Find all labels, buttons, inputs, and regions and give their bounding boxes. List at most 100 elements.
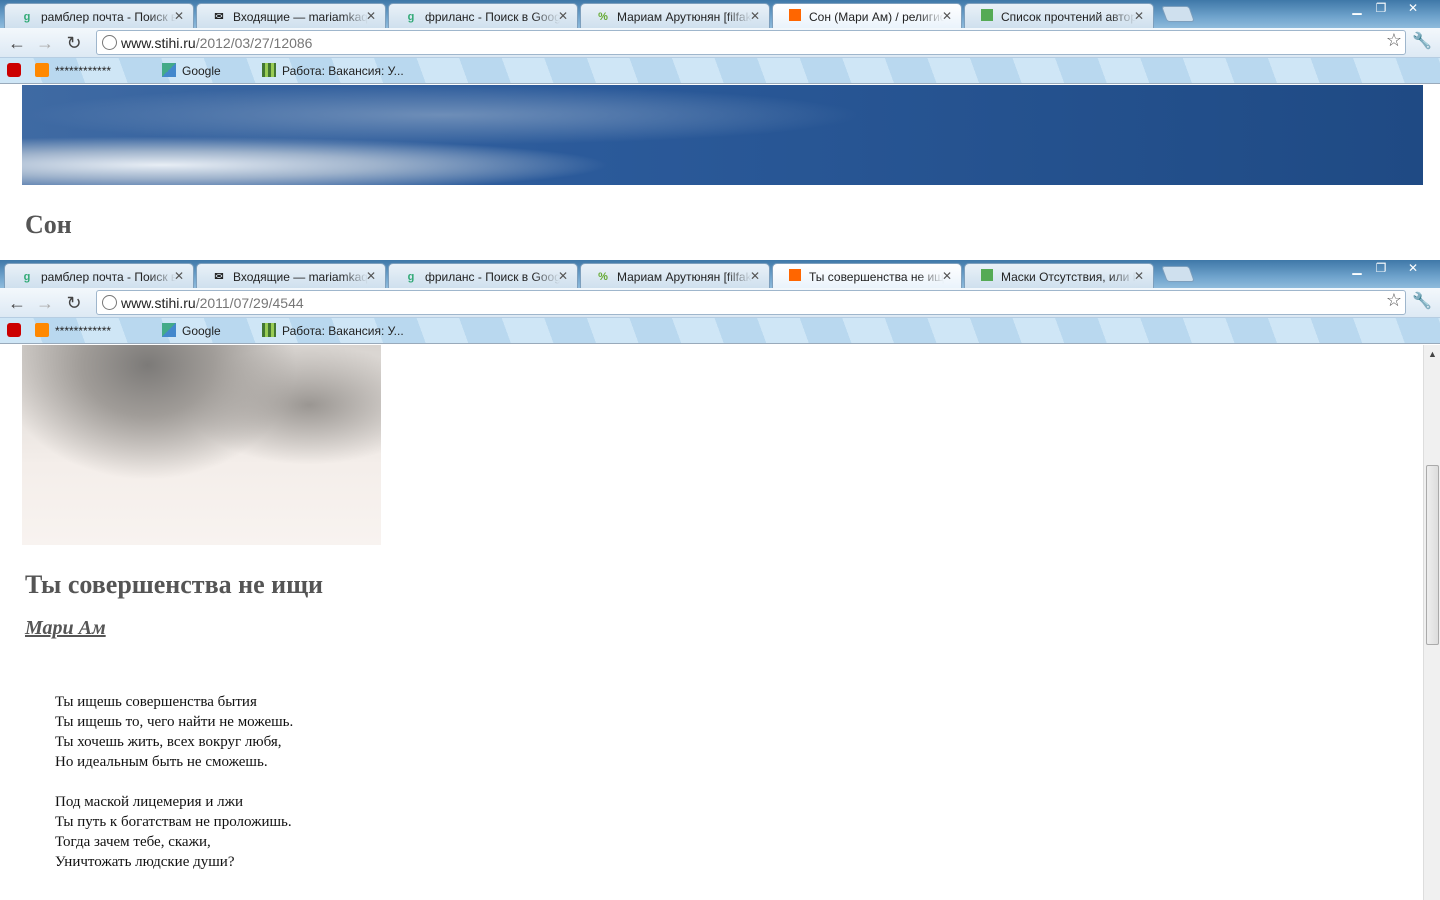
close-icon[interactable]: ✕ (750, 269, 760, 283)
author-link[interactable]: Мари Ам (25, 617, 106, 640)
google-icon: g (407, 11, 415, 23)
forward-icon[interactable]: → (33, 291, 57, 315)
tab-freelance-search[interactable]: g фриланс - Поиск в Google ✕ (388, 263, 578, 288)
tab-filfak[interactable]: % Мариам Арутюнян [filfak] ✕ (580, 3, 770, 28)
close-icon[interactable]: ✕ (366, 269, 376, 283)
back-icon[interactable]: ← (5, 31, 29, 55)
stihi-icon (787, 269, 803, 285)
bookmark-star-icon[interactable]: ☆ (1386, 290, 1402, 311)
poem-line: Ты ищешь то, чего найти не можешь. (55, 714, 294, 730)
tab-strip: gрамблер почта - Поиск в Google✕ ✉Входящ… (0, 260, 1440, 288)
youtube-icon (7, 63, 21, 77)
poem-text: Ты ищешь совершенства бытия Ты ищешь то, … (55, 692, 293, 872)
odnoklassniki-icon (35, 323, 49, 337)
tab-rambler-search[interactable]: gрамблер почта - Поиск в Google✕ (4, 263, 194, 288)
page-content: Ты совершенства не ищи Мари Ам Ты ищешь … (0, 345, 1440, 900)
bookmark-odnoklassniki[interactable]: ************ (35, 322, 111, 340)
address-bar[interactable]: www.stihi.ru/2011/07/29/4544 (96, 290, 1406, 315)
new-tab-button[interactable] (1161, 266, 1195, 282)
poem-line: Тогда зачем тебе, скажи, (55, 834, 211, 850)
wrench-icon[interactable]: 🔧 (1412, 31, 1432, 51)
maximize-icon[interactable]: ❐ (1368, 260, 1394, 278)
tab-son[interactable]: Сон (Мари Ам) / религио ✕ (772, 3, 962, 28)
youtube-icon (7, 323, 21, 337)
globe-icon (102, 35, 117, 50)
tab-inbox[interactable]: ✉ Входящие — mariamkaqu ✕ (196, 263, 386, 288)
google-icon (162, 323, 176, 337)
tab-rambler-search[interactable]: gрамблер почта - Поиск в Google✕ (4, 3, 194, 28)
tab-filfak[interactable]: % Мариам Арутюнян [filfak] ✕ (580, 263, 770, 288)
poem-title: Ты совершенства не ищи (25, 570, 324, 599)
bookmarks-bar: ************ Google Работа: Вакансия: У.… (0, 58, 1440, 84)
reload-icon[interactable]: ↻ (62, 31, 86, 55)
page-title: Сон (25, 210, 72, 239)
scrollbar-thumb[interactable] (1426, 465, 1439, 645)
bookmark-google[interactable]: Google (162, 322, 221, 340)
filfak-icon: % (598, 271, 608, 283)
tab-inbox[interactable]: ✉ Входящие — mariamkaqu ✕ (196, 3, 386, 28)
tab-poem[interactable]: Ты совершенства не ищи ✕ (772, 263, 962, 288)
minimize-icon[interactable]: ▁ (1344, 260, 1370, 278)
close-icon[interactable]: ✕ (558, 269, 568, 283)
wrench-icon[interactable]: 🔧 (1412, 291, 1432, 311)
globe-icon (102, 295, 117, 310)
tab-reading-list[interactable]: Список прочтений автор ✕ (964, 3, 1154, 28)
close-icon[interactable]: ✕ (366, 9, 376, 23)
rabota-icon (262, 323, 276, 337)
bookmark-rabota[interactable]: Работа: Вакансия: У... (262, 62, 404, 80)
bookmark-rabota[interactable]: Работа: Вакансия: У... (262, 322, 404, 340)
poem-line: Уничтожать людские души? (55, 854, 235, 870)
poem-line: Ты хочешь жить, всех вокруг любя, (55, 734, 282, 750)
close-icon[interactable]: ✕ (558, 9, 568, 23)
vertical-scrollbar[interactable]: ▲ (1423, 345, 1440, 900)
poem-line: Ты ищешь совершенства бытия (55, 694, 257, 710)
bookmark-youtube[interactable] (7, 322, 27, 340)
google-icon: g (23, 11, 31, 23)
google-icon (162, 63, 176, 77)
bookmark-odnoklassniki[interactable]: ************ (35, 62, 111, 80)
browser-window-1: gрамблер почта - Поиск в Google✕ ✉Входящ… (0, 0, 1440, 260)
filfak-icon: % (598, 11, 608, 23)
poem-line: Но идеальным быть не сможешь. (55, 754, 268, 770)
window-close-icon[interactable]: ✕ (1398, 0, 1428, 18)
maximize-icon[interactable]: ❐ (1368, 0, 1394, 18)
author-photo (22, 345, 381, 545)
minimize-icon[interactable]: ▁ (1344, 0, 1370, 18)
bookmark-youtube[interactable] (7, 62, 27, 80)
page-content: Сон (0, 85, 1440, 260)
poem-line (55, 772, 293, 792)
browser-window-2: gрамблер почта - Поиск в Google✕ ✉Входящ… (0, 260, 1440, 900)
rabota-icon (262, 63, 276, 77)
scroll-up-icon[interactable]: ▲ (1428, 349, 1437, 359)
navigation-toolbar: ← → ↻ www.stihi.ru/2011/07/29/4544 ☆ 🔧 (0, 288, 1440, 318)
close-icon[interactable]: ✕ (174, 269, 184, 283)
stihi-icon (787, 9, 803, 25)
tab-masks[interactable]: Маски Отсутствия, или Н ✕ (964, 263, 1154, 288)
close-icon[interactable]: ✕ (750, 9, 760, 23)
new-tab-button[interactable] (1161, 6, 1195, 22)
bookmark-star-icon[interactable]: ☆ (1386, 30, 1402, 51)
close-icon[interactable]: ✕ (942, 269, 952, 283)
back-icon[interactable]: ← (5, 291, 29, 315)
tab-freelance-search[interactable]: g фриланс - Поиск в Google ✕ (388, 3, 578, 28)
poem-line: Ты путь к богатствам не проложишь. (55, 814, 292, 830)
tab-strip: gрамблер почта - Поиск в Google✕ ✉Входящ… (0, 0, 1440, 28)
mail-icon: ✉ (214, 11, 224, 23)
reload-icon[interactable]: ↻ (62, 291, 86, 315)
bookmark-google[interactable]: Google (162, 62, 221, 80)
mail-icon: ✉ (214, 271, 224, 283)
google-icon: g (407, 271, 415, 283)
close-icon[interactable]: ✕ (174, 9, 184, 23)
window-close-icon[interactable]: ✕ (1398, 260, 1428, 278)
close-icon[interactable]: ✕ (1134, 9, 1144, 23)
navigation-toolbar: ← → ↻ www.stihi.ru/2012/03/27/12086 ☆ 🔧 (0, 28, 1440, 58)
poem-line: Под маской лицемерия и лжи (55, 794, 243, 810)
forward-icon[interactable]: → (33, 31, 57, 55)
header-banner-image (22, 85, 1423, 185)
stihi-green-icon (979, 9, 995, 25)
address-bar[interactable]: www.stihi.ru/2012/03/27/12086 (96, 30, 1406, 55)
close-icon[interactable]: ✕ (1134, 269, 1144, 283)
close-icon[interactable]: ✕ (942, 9, 952, 23)
bookmarks-bar: ************ Google Работа: Вакансия: У.… (0, 318, 1440, 344)
google-icon: g (23, 271, 31, 283)
